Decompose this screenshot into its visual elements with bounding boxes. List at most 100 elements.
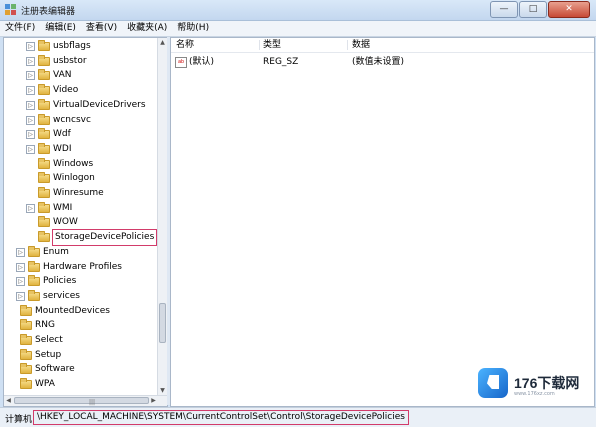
expand-arrow-icon[interactable]: ▷ [26, 56, 35, 66]
expand-arrow-icon[interactable]: ▷ [16, 277, 25, 287]
folder-icon [38, 69, 50, 81]
tree-item[interactable]: ▷ WMI [26, 201, 72, 216]
string-value-icon: ab [175, 57, 187, 68]
menu-edit[interactable]: 编辑(E) [40, 21, 81, 36]
column-header-name[interactable]: 名称 [176, 38, 194, 52]
tree-item[interactable]: WOW [26, 215, 78, 230]
folder-icon [38, 84, 50, 96]
folder-icon [38, 40, 50, 51]
tree-horizontal-scroll-thumb[interactable]: ||| [14, 397, 149, 406]
tree-vertical-scroll-thumb[interactable] [159, 303, 166, 343]
value-row-type[interactable]: REG_SZ [263, 56, 298, 69]
tree-item-label: services [43, 290, 80, 301]
tree-item[interactable]: ▷ Enum [16, 245, 69, 260]
tree-item[interactable]: ▷ services [16, 289, 80, 304]
tree-item[interactable]: Winresume [26, 186, 104, 201]
minimize-button[interactable]: — [490, 1, 518, 18]
tree-item[interactable]: ▷ Policies [16, 274, 76, 289]
status-bar: 计算机 \HKEY_LOCAL_MACHINE\SYSTEM\CurrentCo… [0, 407, 596, 427]
tree-item[interactable]: RNG [8, 318, 55, 333]
value-name: (默认) [189, 57, 215, 67]
status-key-path: \HKEY_LOCAL_MACHINE\SYSTEM\CurrentContro… [33, 410, 409, 425]
maximize-button[interactable]: □ [519, 1, 547, 18]
scroll-right-icon[interactable]: ▶ [149, 396, 158, 405]
tree-item-label: WOW [53, 217, 78, 228]
value-list[interactable]: 名称 类型 数据 ab (默认) REG_SZ (数值未设置) [170, 37, 595, 407]
folder-icon [28, 289, 40, 301]
watermark-subtext: www.176xz.com [514, 391, 555, 397]
expand-arrow-icon[interactable]: ▷ [26, 144, 35, 154]
tree-item[interactable]: ▷ VAN [26, 68, 71, 83]
expand-arrow-icon[interactable]: ▷ [26, 71, 35, 81]
tree-item-label: Windows [53, 158, 94, 169]
expand-arrow-icon[interactable]: ▷ [16, 262, 25, 272]
column-divider[interactable] [259, 40, 260, 50]
tree-item-label: WMI [53, 202, 73, 213]
tree-item[interactable]: StorageDevicePolicies [26, 229, 158, 247]
tree-item[interactable]: ▷ Wdf [26, 127, 71, 142]
tree-item-label: usbstor [53, 55, 87, 66]
tree-item[interactable]: ▷ usbflags [26, 39, 91, 54]
tree-item[interactable]: Windows [26, 157, 93, 172]
tree-item[interactable]: ▷ Hardware Profiles [16, 260, 122, 275]
tree-vertical-scrollbar[interactable]: ▲ ▼ [157, 38, 167, 395]
column-divider[interactable] [347, 40, 348, 50]
menu-view[interactable]: 查看(V) [81, 21, 122, 36]
expand-arrow-icon[interactable]: ▷ [26, 115, 35, 125]
tree-item-label: Winresume [53, 188, 104, 198]
tree-item[interactable]: WPA [8, 377, 55, 392]
menu-favorites[interactable]: 收藏夹(A) [122, 21, 172, 36]
scroll-up-icon[interactable]: ▲ [158, 38, 167, 47]
tree-horizontal-scrollbar[interactable]: ◀ ||| ▶ [4, 395, 167, 406]
expand-arrow-icon[interactable]: ▷ [16, 247, 25, 257]
expand-arrow-icon[interactable]: ▷ [26, 86, 35, 96]
tree-item[interactable]: ▷ Video [26, 83, 78, 98]
expand-arrow-icon[interactable]: ▷ [26, 203, 35, 213]
tree-item-label: WPA [35, 379, 55, 390]
tree-item[interactable]: Winlogon [26, 171, 95, 186]
value-row-name[interactable]: ab (默认) [175, 56, 214, 69]
registry-app-icon [5, 4, 16, 15]
tree-item[interactable]: MountedDevices [8, 304, 110, 319]
expand-arrow-icon[interactable]: ▷ [26, 100, 35, 110]
tree-item[interactable]: ▷ usbstor [26, 54, 87, 69]
value-type: REG_SZ [263, 57, 299, 67]
tree-item[interactable]: Software [8, 362, 75, 377]
value-row-data[interactable]: (数值未设置) [352, 56, 404, 69]
tree-item-label: Select [35, 335, 63, 345]
column-header-data[interactable]: 数据 [352, 38, 370, 52]
menu-file[interactable]: 文件(F) [0, 21, 40, 36]
tree-item[interactable]: ▷ wcncsvc [26, 113, 91, 128]
expand-arrow-icon[interactable]: ▷ [26, 130, 35, 140]
menu-help[interactable]: 帮助(H) [172, 21, 214, 36]
menu-bar: 文件(F) 编辑(E) 查看(V) 收藏夹(A) 帮助(H) [0, 21, 596, 37]
tree-item[interactable]: ▷ WDI [26, 142, 71, 157]
expand-arrow-icon[interactable]: ▷ [16, 291, 25, 301]
tree-item-label: wcncsvc [53, 114, 91, 125]
window-controls: — □ ✕ [489, 1, 590, 18]
tree-item-label: MountedDevices [35, 305, 110, 316]
tree-item[interactable]: ▷ VirtualDeviceDrivers [26, 98, 146, 113]
value-data: (数值未设置) [352, 57, 405, 67]
tree-item-label: VirtualDeviceDrivers [53, 99, 146, 110]
column-header-type[interactable]: 类型 [263, 38, 281, 52]
tree-item-label: Policies [43, 276, 77, 287]
scroll-down-icon[interactable]: ▼ [158, 386, 167, 395]
tree-item-label: VAN [53, 70, 72, 81]
tree-item-label: usbflags [53, 41, 91, 51]
window-title: 注册表编辑器 [21, 7, 76, 17]
tree-item[interactable]: Select [8, 333, 63, 348]
tree-item[interactable]: Setup [8, 348, 61, 363]
expand-arrow-icon[interactable]: ▷ [26, 42, 35, 51]
folder-icon [20, 363, 32, 375]
registry-tree[interactable]: ▷ usbflags ▷ usbstor ▷ VAN ▷ Video ▷ VirtualDevic… [3, 37, 168, 407]
close-button[interactable]: ✕ [548, 1, 590, 18]
scroll-left-icon[interactable]: ◀ [4, 396, 13, 405]
folder-icon [20, 348, 32, 360]
